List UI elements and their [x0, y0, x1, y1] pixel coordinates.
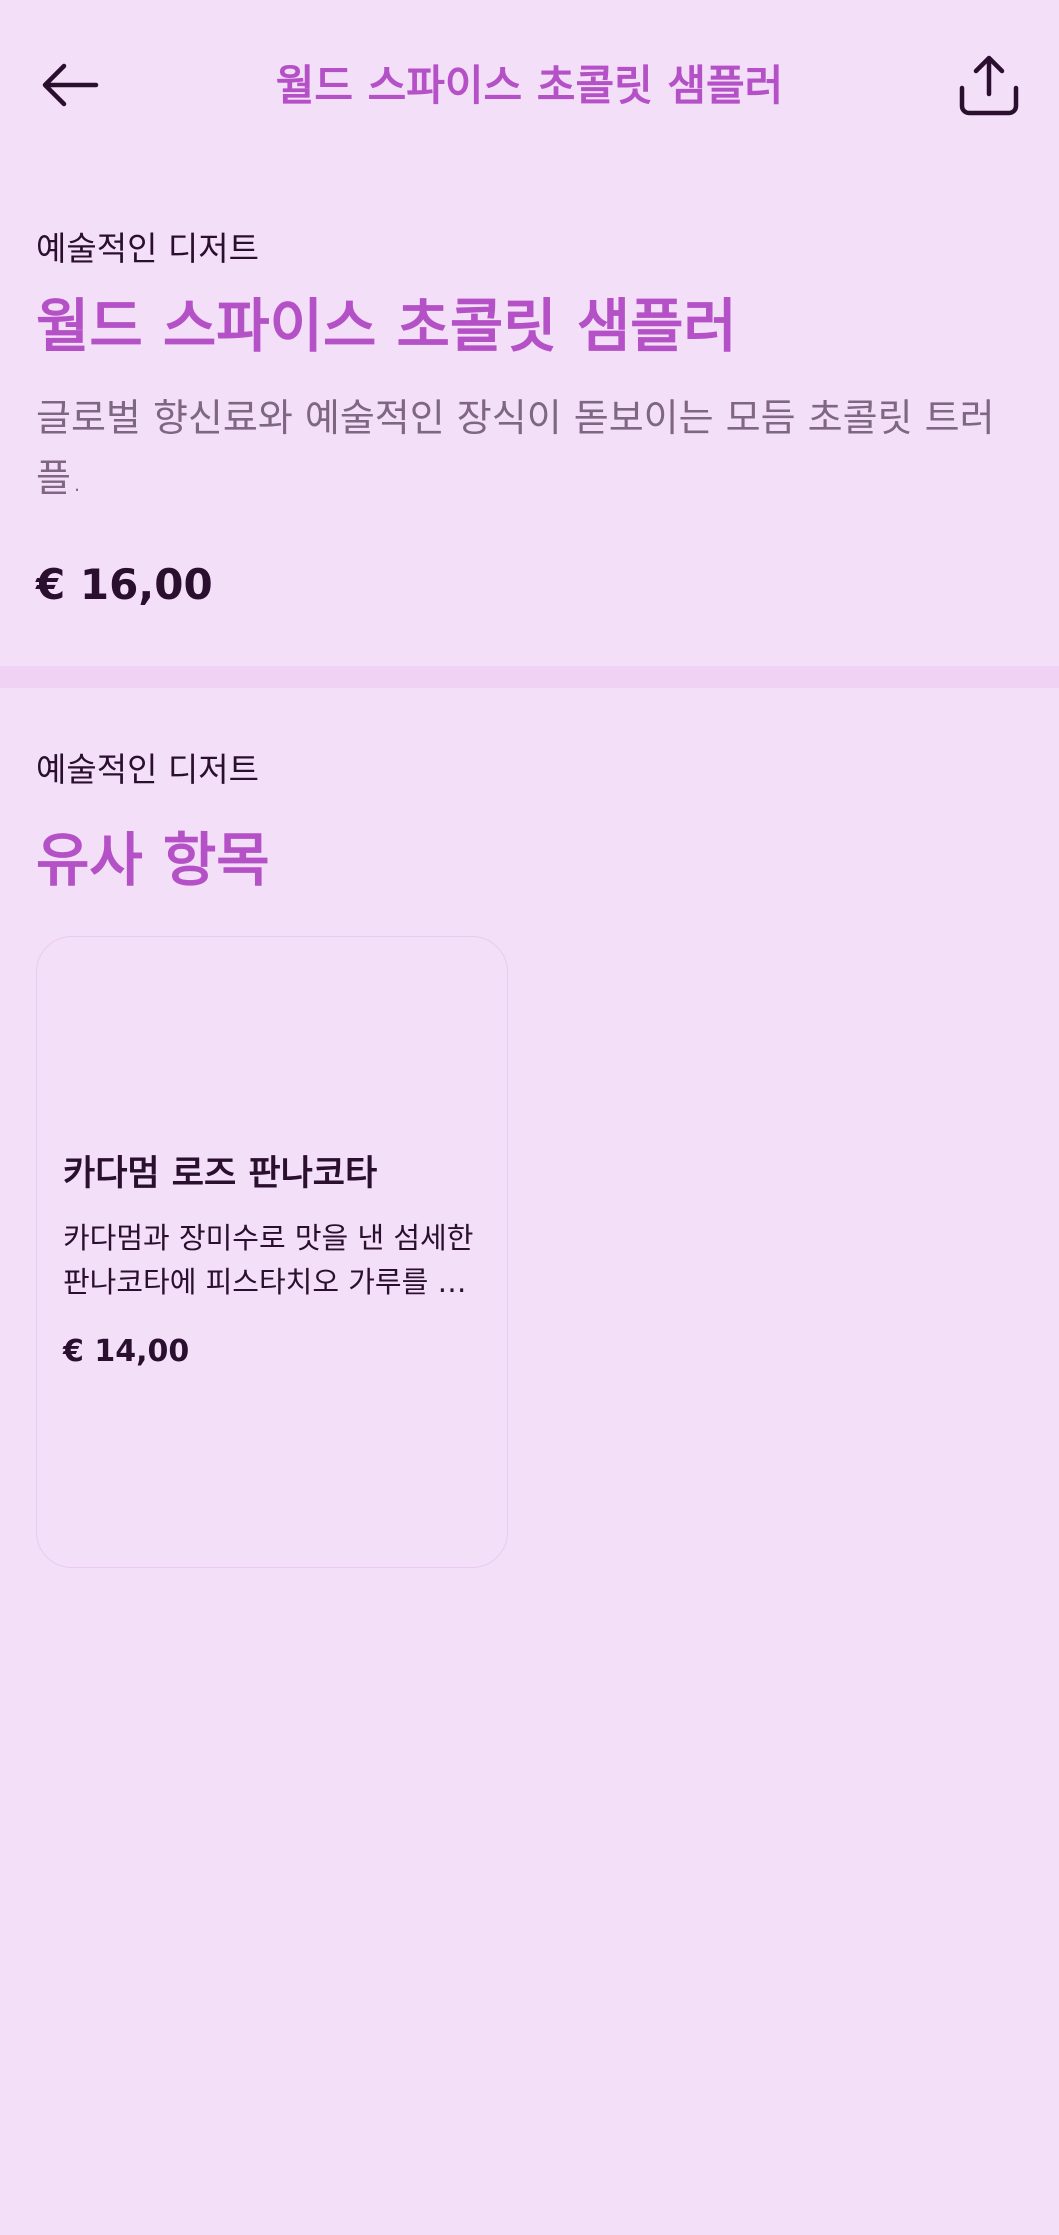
card-body: 카다멈 로즈 판나코타 카다멈과 장미수로 맛을 낸 섬세한 판나코타에 피스타… [63, 1145, 481, 1369]
similar-items-title: 유사 항목 [36, 826, 270, 894]
product-info: 예술적인 디저트 월드 스파이스 초콜릿 샘플러 글로벌 향신료와 예술적인 장… [36, 222, 1023, 609]
card-description: 카다멈과 장미수로 맛을 낸 섬세한 판나코타에 피스타치오 가루를 뿌린 디저… [63, 1221, 474, 1299]
similar-item-card[interactable]: 카다멈 로즈 판나코타 카다멈과 장미수로 맛을 낸 섬세한 판나코타에 피스타… [36, 936, 508, 1568]
card-title: 카다멈 로즈 판나코타 [63, 1154, 378, 1194]
share-icon [959, 55, 1019, 116]
product-description: 글로벌 향신료와 예술적인 장식이 돋보이는 모듬 초콜릿 트러플. [36, 395, 995, 500]
top-app-bar: 월드 스파이스 초콜릿 샘플러 [0, 0, 1059, 170]
arrow-left-icon [42, 63, 99, 107]
card-price: € 14,00 [63, 1334, 190, 1369]
back-button[interactable] [30, 50, 110, 120]
similar-category: 예술적인 디저트 [36, 750, 260, 789]
product-category: 예술적인 디저트 [36, 229, 260, 268]
product-title: 월드 스파이스 초콜릿 샘플러 [36, 292, 737, 360]
product-price: € 16,00 [36, 559, 213, 609]
share-button[interactable] [949, 45, 1029, 125]
section-divider [0, 666, 1059, 688]
similar-items-header: 예술적인 디저트 유사 항목 [36, 743, 1023, 897]
page-title: 월드 스파이스 초콜릿 샘플러 [275, 61, 784, 110]
